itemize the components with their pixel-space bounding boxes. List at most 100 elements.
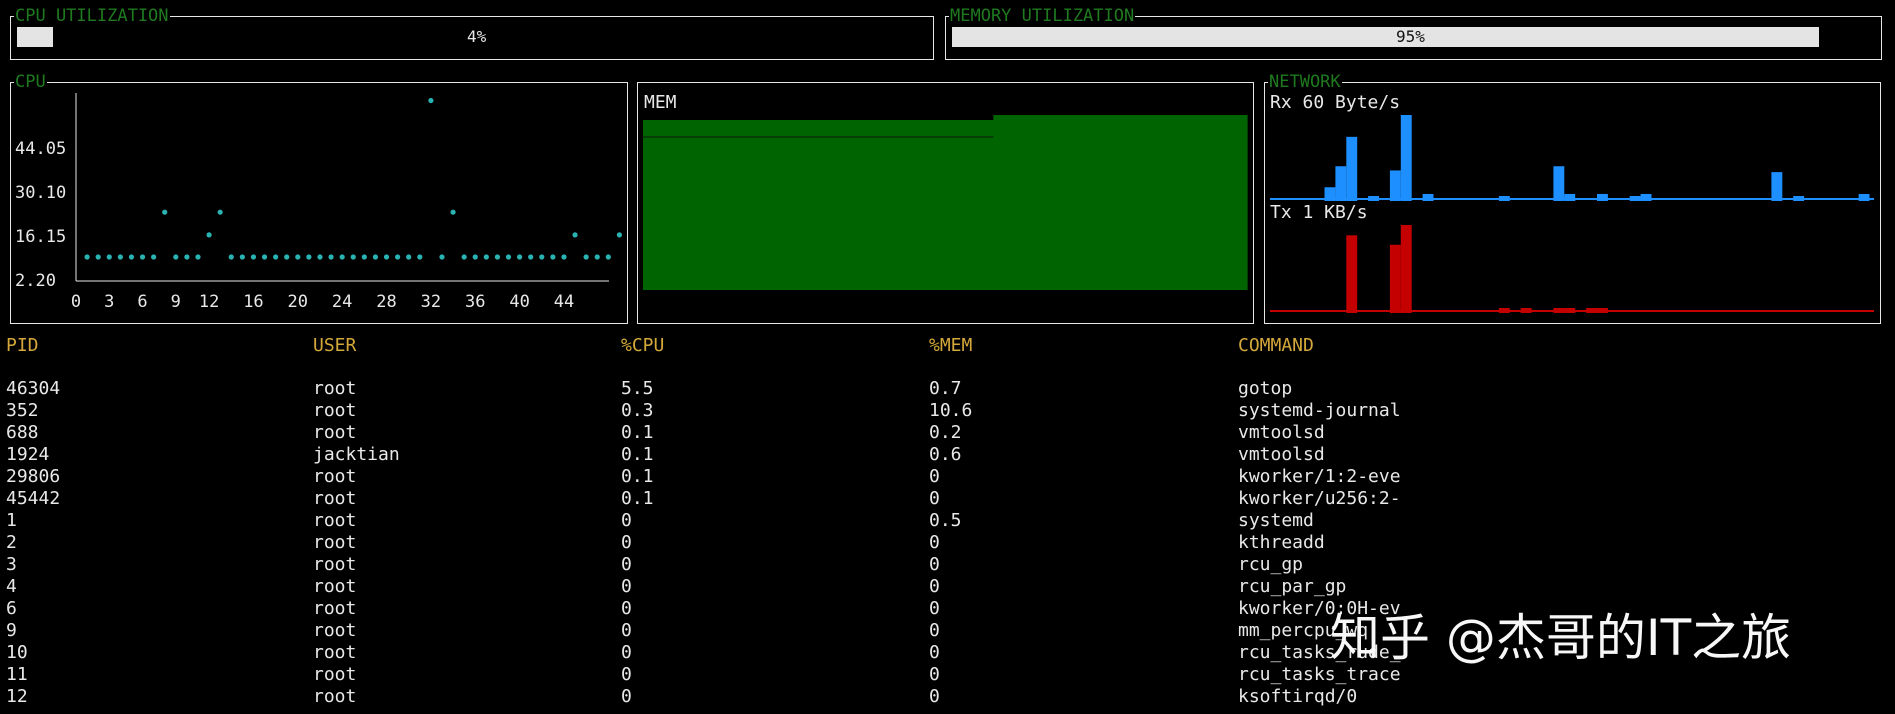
cell-command: vmtoolsd bbox=[1238, 422, 1325, 443]
cell-mem: 0 bbox=[929, 576, 940, 597]
rx-bar bbox=[1858, 193, 1870, 201]
cell-mem: 0.6 bbox=[929, 444, 962, 465]
cell-mem: 0.7 bbox=[929, 378, 962, 399]
cell-command: systemd-journal bbox=[1238, 400, 1401, 421]
cell-user: root bbox=[313, 400, 357, 421]
cell-pid: 2 bbox=[6, 532, 17, 553]
rx-bar bbox=[1793, 196, 1805, 201]
cell-cpu: 0 bbox=[621, 510, 632, 531]
header-mem[interactable]: %MEM bbox=[929, 335, 972, 357]
cell-user: root bbox=[313, 466, 357, 487]
cell-user: root bbox=[313, 510, 357, 531]
table-row[interactable]: 3 root 0 0 rcu_gp bbox=[0, 554, 1895, 576]
cell-command: gotop bbox=[1238, 378, 1293, 399]
tx-bar bbox=[1400, 225, 1412, 313]
cell-user: root bbox=[313, 642, 357, 663]
tx-bar bbox=[1586, 308, 1597, 313]
cell-mem: 10.6 bbox=[929, 400, 973, 421]
rx-bar bbox=[1553, 166, 1565, 201]
cell-mem: 0 bbox=[929, 466, 940, 487]
rx-bar bbox=[1629, 196, 1641, 201]
table-row[interactable]: 12 root 0 0 ksoftirqd/0 bbox=[0, 686, 1895, 708]
rx-bar bbox=[1640, 193, 1652, 201]
cell-cpu: 0.1 bbox=[621, 466, 654, 487]
cell-pid: 9 bbox=[6, 620, 17, 641]
rx-bar bbox=[1389, 170, 1401, 201]
table-row[interactable]: 46304 root 5.5 0.7 gotop bbox=[0, 378, 1895, 400]
cell-cpu: 0.1 bbox=[621, 422, 654, 443]
cell-command: systemd bbox=[1238, 510, 1314, 531]
cell-cpu: 0.3 bbox=[621, 400, 654, 421]
cell-cpu: 0 bbox=[621, 642, 632, 663]
process-table-header: PID USER %CPU %MEM COMMAND bbox=[0, 335, 1895, 357]
cell-command: rcu_par_gp bbox=[1238, 576, 1347, 597]
table-row[interactable]: 2 root 0 0 kthreadd bbox=[0, 532, 1895, 554]
rx-bar bbox=[1324, 187, 1336, 201]
tx-bar bbox=[1498, 308, 1510, 313]
cell-pid: 12 bbox=[6, 686, 28, 707]
cell-user: root bbox=[313, 598, 357, 619]
cell-mem: 0.5 bbox=[929, 510, 962, 531]
rx-bar bbox=[1400, 115, 1412, 201]
cell-mem: 0 bbox=[929, 686, 940, 707]
cell-mem: 0 bbox=[929, 532, 940, 553]
cell-user: root bbox=[313, 422, 357, 443]
rx-bar bbox=[1422, 193, 1434, 201]
cell-command: kworker/u256:2- bbox=[1238, 488, 1401, 509]
cell-cpu: 0.1 bbox=[621, 488, 654, 509]
rx-bar bbox=[1335, 166, 1347, 201]
cell-pid: 46304 bbox=[6, 378, 61, 399]
cell-pid: 1924 bbox=[6, 444, 50, 465]
cell-mem: 0 bbox=[929, 620, 940, 641]
cell-user: jacktian bbox=[313, 444, 400, 465]
cell-cpu: 0 bbox=[621, 598, 632, 619]
header-pid[interactable]: PID bbox=[6, 335, 39, 357]
tx-bar bbox=[1346, 235, 1358, 313]
tx-bar bbox=[1520, 308, 1532, 313]
tx-bar bbox=[1597, 308, 1608, 313]
cell-pid: 688 bbox=[6, 422, 39, 443]
table-row[interactable]: 45442 root 0.1 0 kworker/u256:2- bbox=[0, 488, 1895, 510]
cell-pid: 4 bbox=[6, 576, 17, 597]
tx-bar bbox=[1553, 308, 1565, 313]
cell-cpu: 0 bbox=[621, 554, 632, 575]
cell-pid: 3 bbox=[6, 554, 17, 575]
cell-user: root bbox=[313, 488, 357, 509]
rx-bar bbox=[1564, 193, 1576, 201]
table-row[interactable]: 29806 root 0.1 0 kworker/1:2-eve bbox=[0, 466, 1895, 488]
tx-bar bbox=[1389, 244, 1401, 313]
cell-mem: 0 bbox=[929, 554, 940, 575]
watermark: 知乎 @杰哥的IT之旅 bbox=[1330, 609, 1792, 667]
cell-mem: 0.2 bbox=[929, 422, 962, 443]
cell-pid: 1 bbox=[6, 510, 17, 531]
cell-cpu: 5.5 bbox=[621, 378, 654, 399]
cell-pid: 352 bbox=[6, 400, 39, 421]
rx-bar bbox=[1368, 196, 1379, 201]
cell-command: ksoftirqd/0 bbox=[1238, 686, 1358, 707]
header-cpu[interactable]: %CPU bbox=[621, 335, 664, 357]
tx-bar bbox=[1564, 308, 1576, 313]
cell-pid: 11 bbox=[6, 664, 28, 685]
cell-command: vmtoolsd bbox=[1238, 444, 1325, 465]
table-row[interactable]: 4 root 0 0 rcu_par_gp bbox=[0, 576, 1895, 598]
cell-user: root bbox=[313, 532, 357, 553]
cell-mem: 0 bbox=[929, 598, 940, 619]
cell-user: root bbox=[313, 554, 357, 575]
cell-cpu: 0.1 bbox=[621, 444, 654, 465]
cell-pid: 29806 bbox=[6, 466, 61, 487]
cell-pid: 45442 bbox=[6, 488, 61, 509]
table-row[interactable]: 1 root 0 0.5 systemd bbox=[0, 510, 1895, 532]
table-row[interactable]: 688 root 0.1 0.2 vmtoolsd bbox=[0, 422, 1895, 444]
cell-user: root bbox=[313, 664, 357, 685]
rx-bar bbox=[1771, 172, 1783, 201]
cell-user: root bbox=[313, 378, 357, 399]
table-row[interactable]: 352 root 0.3 10.6 systemd-journal bbox=[0, 400, 1895, 422]
cell-cpu: 0 bbox=[621, 664, 632, 685]
cell-pid: 6 bbox=[6, 598, 17, 619]
header-user[interactable]: USER bbox=[313, 335, 356, 357]
cell-cpu: 0 bbox=[621, 686, 632, 707]
cell-mem: 0 bbox=[929, 642, 940, 663]
cell-mem: 0 bbox=[929, 664, 940, 685]
header-command[interactable]: COMMAND bbox=[1238, 335, 1314, 357]
table-row[interactable]: 1924 jacktian 0.1 0.6 vmtoolsd bbox=[0, 444, 1895, 466]
